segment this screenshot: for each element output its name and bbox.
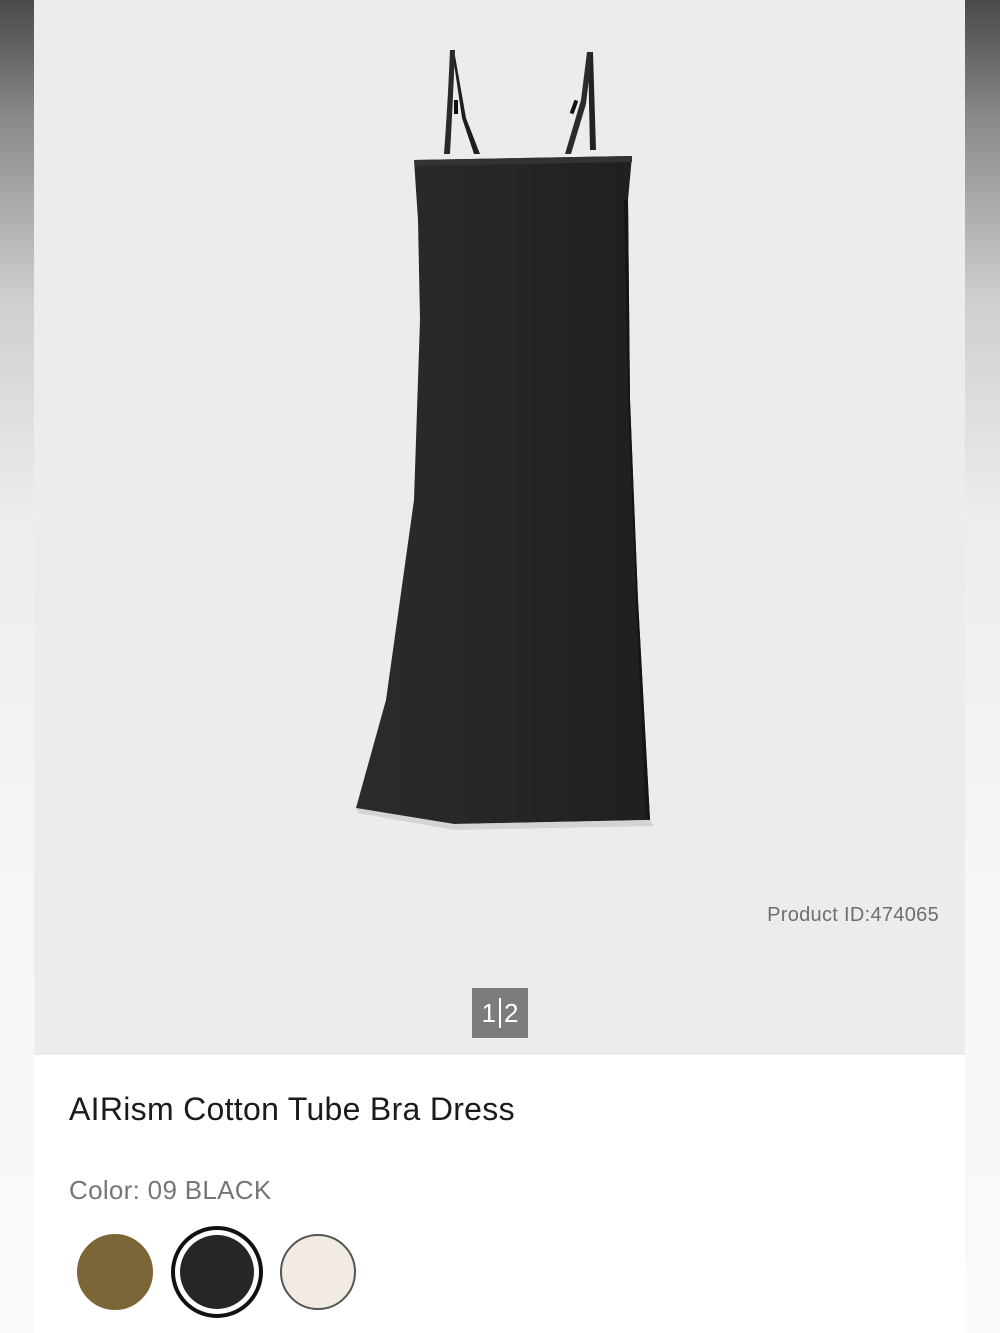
right-edge-shadow bbox=[965, 0, 1000, 1333]
image-page-indicator[interactable]: 1 2 bbox=[472, 988, 528, 1038]
page-separator bbox=[499, 998, 501, 1028]
color-swatch-black-fill bbox=[180, 1235, 254, 1309]
product-title: AIRism Cotton Tube Bra Dress bbox=[69, 1091, 515, 1127]
current-page-number: 1 bbox=[481, 997, 496, 1028]
dress-straps bbox=[444, 50, 596, 154]
selected-color-label: Color: 09 BLACK bbox=[69, 1175, 272, 1205]
product-image-gallery[interactable]: Product ID:474065 1 2 bbox=[34, 0, 965, 1055]
product-detail-page: Product ID:474065 1 2 AIRism Cotton Tube… bbox=[0, 0, 1000, 1333]
color-swatch-black[interactable] bbox=[171, 1226, 263, 1318]
dress-body bbox=[356, 156, 650, 824]
product-image[interactable] bbox=[34, 0, 965, 1055]
color-swatch-cream[interactable] bbox=[280, 1234, 356, 1310]
product-info-panel: AIRism Cotton Tube Bra Dress Color: 09 B… bbox=[34, 1055, 965, 1333]
product-id-text: Product ID:474065 bbox=[767, 904, 939, 926]
total-pages-number: 2 bbox=[504, 997, 519, 1028]
left-edge-shadow bbox=[0, 0, 34, 1333]
color-swatch-olive[interactable] bbox=[77, 1234, 153, 1310]
